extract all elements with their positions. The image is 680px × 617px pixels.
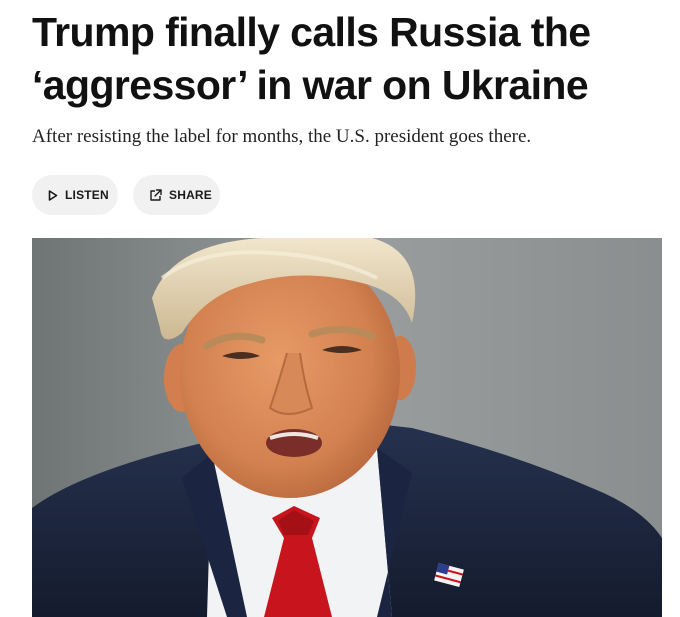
listen-label: LISTEN <box>65 188 109 202</box>
article-actions: LISTEN SHARE <box>32 175 220 215</box>
share-external-icon <box>149 188 162 202</box>
article-headline: Trump finally calls Russia the ‘aggresso… <box>32 9 591 108</box>
listen-button[interactable]: LISTEN <box>32 175 118 215</box>
share-label: SHARE <box>169 188 213 202</box>
article-dek: After resisting the label for months, th… <box>32 126 532 147</box>
play-icon <box>48 189 58 201</box>
share-button[interactable]: SHARE <box>133 175 220 215</box>
hero-photo <box>32 238 662 617</box>
